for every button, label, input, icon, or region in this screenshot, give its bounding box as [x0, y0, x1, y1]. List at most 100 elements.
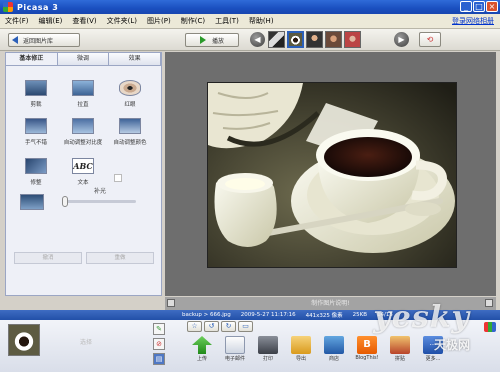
menu-picture[interactable]: 图片(P) — [142, 16, 176, 26]
undo-button[interactable]: 撤消 — [14, 252, 82, 264]
close-button[interactable]: × — [486, 1, 498, 12]
folder-export-icon — [291, 336, 311, 354]
sign-in-link[interactable]: 登录网络相册 — [452, 16, 494, 26]
caption-toggle-icon[interactable] — [167, 299, 175, 307]
menu-edit[interactable]: 编辑(E) — [34, 16, 68, 26]
tray-side-controls: ✎ ⊘ ▤ — [153, 323, 165, 365]
tab-tuning[interactable]: 微调 — [57, 53, 110, 65]
more-label: 更多... — [425, 356, 441, 362]
shop-label: 商店 — [328, 356, 339, 362]
menu-tools[interactable]: 工具(T) — [210, 16, 244, 26]
quick-action-toolbar: ☆ ↺ ↻ ▭ — [187, 321, 253, 332]
slideshow-play-button[interactable]: 播放 — [185, 33, 239, 47]
yesky-watermark: yesky — [373, 300, 470, 335]
coffee-photo-image — [208, 83, 456, 267]
title-bar: Picasa 3 _ □ × — [0, 0, 500, 14]
previous-photo-button[interactable]: ◀ — [250, 32, 265, 47]
fill-light-icon — [20, 194, 44, 210]
blogger-icon: B — [357, 336, 377, 354]
share-actions: 上传 电子邮件 打印 导出 商店 B BlogThis! 拼贴 ··· 更多..… — [190, 336, 445, 362]
edit-tabs: 基本修正 微调 效果 — [6, 53, 162, 66]
collage-button[interactable]: 拼贴 — [388, 336, 412, 362]
rotate-left-icon[interactable]: ↺ — [204, 321, 219, 332]
photo-coffee-cup[interactable] — [207, 82, 457, 268]
add-to-album-icon[interactable]: ▤ — [153, 353, 165, 365]
photo-viewer — [165, 52, 496, 296]
rotate-view-button[interactable]: ⟲ — [419, 32, 441, 47]
maximize-button[interactable]: □ — [473, 1, 485, 12]
straighten-icon — [72, 80, 94, 96]
edit-panel: 基本修正 微调 效果 剪裁 拉直 红眼 手气不错 自动调整对比度 自动调整颜色 — [5, 52, 162, 296]
collage-icon — [390, 336, 410, 354]
im-feeling-lucky-tool[interactable]: 手气不错 — [14, 118, 58, 146]
printer-icon — [258, 336, 278, 354]
menu-view[interactable]: 查看(V) — [67, 16, 101, 26]
crop-label: 剪裁 — [30, 102, 42, 108]
fill-light-slider-handle[interactable] — [62, 196, 68, 207]
back-to-library-label: 返回图片库 — [23, 37, 54, 45]
straighten-label: 拉直 — [77, 102, 89, 108]
print-label: 打印 — [262, 356, 273, 362]
caption-prompt: 制作图片说明! — [311, 300, 350, 307]
hold-pin-icon[interactable]: ✎ — [153, 323, 165, 335]
toolbar: 返回图片库 播放 ◀ ▶ ⟲ — [0, 29, 500, 51]
envelope-icon — [225, 336, 245, 354]
upload-button[interactable]: 上传 — [190, 336, 214, 362]
tab-basic-fixes[interactable]: 基本修正 — [6, 53, 58, 65]
tool-grid: 剪裁 拉直 红眼 手气不错 自动调整对比度 自动调整颜色 修整 ABC 文本 补… — [6, 66, 161, 266]
picasa-corner-icon — [484, 322, 496, 332]
folder-icon[interactable]: ▭ — [238, 321, 253, 332]
thumbnail-selected[interactable] — [287, 31, 304, 48]
play-icon — [199, 36, 206, 44]
shop-button[interactable]: 商店 — [322, 336, 346, 362]
retouch-tool[interactable]: 修整 — [14, 158, 58, 186]
back-to-library-button[interactable]: 返回图片库 — [8, 33, 80, 47]
crop-tool[interactable]: 剪裁 — [14, 80, 58, 108]
text-abc-icon: ABC — [72, 158, 94, 174]
selected-photo-thumbnail[interactable] — [8, 324, 40, 356]
redeye-label: 红眼 — [124, 102, 136, 108]
eye-icon — [119, 80, 141, 96]
minimize-button[interactable]: _ — [460, 1, 472, 12]
crop-icon — [25, 80, 47, 96]
email-label: 电子邮件 — [224, 356, 245, 362]
text-label: 文本 — [77, 180, 89, 186]
status-path: backup > 666.jpg — [182, 312, 231, 318]
redeye-tool[interactable]: 红眼 — [108, 80, 152, 108]
auto-contrast-tool[interactable]: 自动调整对比度 — [61, 118, 105, 146]
thumbnail[interactable] — [344, 31, 361, 48]
rotate-right-icon[interactable]: ↻ — [221, 321, 236, 332]
fill-light-slider[interactable] — [62, 196, 136, 207]
retouch-icon — [25, 158, 47, 174]
caption-settings-icon[interactable] — [485, 299, 493, 307]
email-button[interactable]: 电子邮件 — [223, 336, 247, 362]
retouch-label: 修整 — [30, 180, 42, 186]
selection-label: 选择 — [80, 339, 93, 346]
menu-file[interactable]: 文件(F) — [0, 16, 34, 26]
straighten-tool[interactable]: 拉直 — [61, 80, 105, 108]
status-date: 2009-5-27 11:17:16 — [240, 312, 296, 318]
yesky-watermark-subtitle: 天极网 — [433, 338, 470, 352]
tab-effects[interactable]: 效果 — [109, 53, 162, 65]
blogthis-button[interactable]: B BlogThis! — [355, 336, 379, 362]
text-tool[interactable]: ABC 文本 — [61, 158, 105, 186]
menu-create[interactable]: 制作(C) — [176, 16, 210, 26]
redo-button[interactable]: 重做 — [86, 252, 154, 264]
export-button[interactable]: 导出 — [289, 336, 313, 362]
thumbnail[interactable] — [325, 31, 342, 48]
thumbnail[interactable] — [306, 31, 323, 48]
lucky-label: 手气不错 — [24, 140, 47, 146]
menu-help[interactable]: 帮助(H) — [244, 16, 279, 26]
auto-color-tool[interactable]: 自动调整颜色 — [108, 118, 152, 146]
print-button[interactable]: 打印 — [256, 336, 280, 362]
window-controls: _ □ × — [460, 1, 498, 12]
upload-arrow-icon — [192, 336, 212, 354]
menu-folder[interactable]: 文件夹(L) — [102, 16, 142, 26]
star-icon[interactable]: ☆ — [187, 321, 202, 332]
auto-contrast-label: 自动调整对比度 — [63, 140, 103, 146]
next-photo-button[interactable]: ▶ — [394, 32, 409, 47]
thumbnail[interactable] — [268, 31, 285, 48]
auto-color-label: 自动调整颜色 — [113, 140, 147, 146]
clear-tray-icon[interactable]: ⊘ — [153, 338, 165, 350]
fill-light-label: 补光 — [94, 188, 107, 195]
